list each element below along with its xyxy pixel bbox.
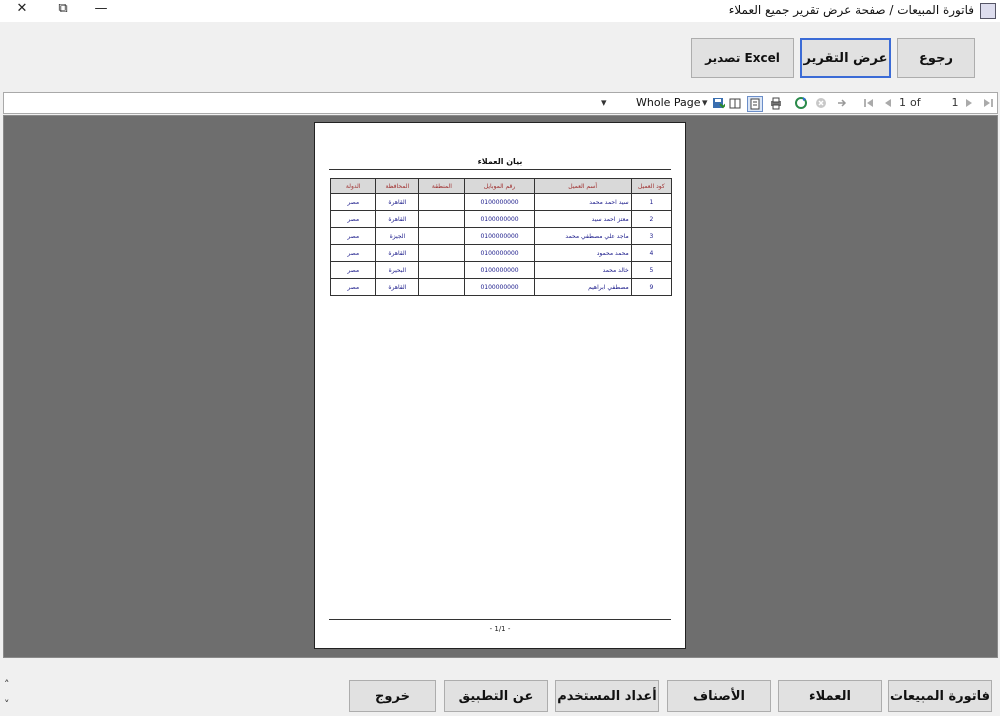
- table-cell: [418, 227, 466, 245]
- table-cell: 9: [630, 278, 673, 296]
- title-bar: ✕ ⧉ — فاتورة المبيعات / صفحة عرض تقرير ج…: [0, 0, 1000, 22]
- table-cell: 2: [630, 210, 673, 228]
- report-title: بيان العملاء: [477, 157, 523, 166]
- table-cell: [418, 278, 466, 296]
- table-cell: [418, 244, 466, 262]
- table-cell: 0100000000: [464, 244, 535, 262]
- scroll-down-icon[interactable]: ˅: [4, 695, 14, 715]
- table-cell: مصر: [329, 227, 377, 245]
- table-row: 9 مصطفي ابراهيم 0100000000 القاهرة مصر: [329, 278, 673, 296]
- back-icon[interactable]: [835, 96, 849, 110]
- show-report-button[interactable]: عرض التقرير: [800, 38, 891, 78]
- window-title: فاتورة المبيعات / صفحة عرض تقرير جميع ال…: [728, 3, 974, 17]
- table-row: 4 محمد محمود 0100000000 القاهرة مصر: [329, 244, 673, 262]
- table-cell: [418, 261, 466, 279]
- table-cell: محمد محمود: [533, 244, 632, 262]
- footer-divider: [329, 619, 671, 620]
- table-cell: القاهرة: [375, 278, 420, 296]
- back-button[interactable]: رجوع: [897, 38, 975, 78]
- column-header: المحافظة: [375, 178, 420, 194]
- table-row: 5 خالد محمد 0100000000 البحيرة مصر: [329, 261, 673, 279]
- table-cell: معتز احمد سيد: [533, 210, 632, 228]
- first-page-icon[interactable]: [862, 96, 876, 110]
- export-icon[interactable]: [711, 96, 727, 110]
- print-icon[interactable]: [769, 96, 783, 110]
- app-icon: [980, 3, 996, 19]
- column-header: المنطقة: [418, 178, 466, 194]
- column-header: رقم الموبايل: [464, 178, 535, 194]
- table-cell: الجيزة: [375, 227, 420, 245]
- about-button[interactable]: عن التطبيق: [444, 680, 548, 712]
- table-cell: 4: [630, 244, 673, 262]
- scroll-up-icon[interactable]: ˄: [4, 675, 14, 695]
- page-setup-icon[interactable]: [728, 96, 742, 110]
- table-cell: 0100000000: [464, 193, 535, 211]
- table-cell: مصر: [329, 210, 377, 228]
- column-header: أسم العميل: [533, 178, 632, 194]
- table-cell: القاهرة: [375, 210, 420, 228]
- table-row: 2 معتز احمد سيد 0100000000 القاهرة مصر: [329, 210, 673, 228]
- table-cell: 0100000000: [464, 278, 535, 296]
- minimize-icon[interactable]: —: [86, 0, 116, 20]
- table-cell: القاهرة: [375, 193, 420, 211]
- table-cell: مصر: [329, 278, 377, 296]
- table-cell: 5: [630, 261, 673, 279]
- toolbar-dropdown-icon[interactable]: ▾: [601, 95, 607, 111]
- current-page-number: 1: [899, 96, 906, 109]
- table-cell: 0100000000: [464, 261, 535, 279]
- table-cell: خالد محمد: [533, 261, 632, 279]
- table-header-row: كود العميل أسم العميل رقم الموبايل المنط…: [329, 178, 673, 194]
- column-header: الدولة: [329, 178, 377, 194]
- prev-page-icon[interactable]: [881, 96, 895, 110]
- table-row: 3 ماجد علي مصطفي محمد 0100000000 الجيزة …: [329, 227, 673, 245]
- page-of-label: of: [910, 96, 921, 109]
- table-cell: 0100000000: [464, 227, 535, 245]
- table-cell: مصر: [329, 193, 377, 211]
- table-cell: مصر: [329, 261, 377, 279]
- table-cell: 1: [630, 193, 673, 211]
- report-viewer-toolbar: ▾ Whole Page ▾ 1 of 1: [3, 92, 998, 114]
- print-layout-icon[interactable]: [747, 96, 763, 112]
- table-cell: ماجد علي مصطفي محمد: [533, 227, 632, 245]
- scroll-buttons: ˄ ˅: [4, 675, 14, 715]
- title-divider: [329, 169, 671, 170]
- table-cell: [418, 210, 466, 228]
- table-cell: سيد احمد محمد: [533, 193, 632, 211]
- table-cell: 3: [630, 227, 673, 245]
- restore-icon[interactable]: ⧉: [48, 0, 78, 20]
- table-cell: مصر: [329, 244, 377, 262]
- table-cell: [418, 193, 466, 211]
- report-page-number: - 1/1 -: [489, 625, 511, 633]
- user-settings-button[interactable]: أعداد المستخدم: [555, 680, 659, 712]
- exit-button[interactable]: خروج: [349, 680, 436, 712]
- customers-table: كود العميل أسم العميل رقم الموبايل المنط…: [329, 178, 673, 296]
- table-cell: 0100000000: [464, 210, 535, 228]
- sales-invoice-button[interactable]: فاتورة المبيعات: [888, 680, 992, 712]
- last-page-icon[interactable]: [981, 96, 995, 110]
- table-row: 1 سيد احمد محمد 0100000000 القاهرة مصر: [329, 193, 673, 211]
- table-cell: مصطفي ابراهيم: [533, 278, 632, 296]
- stop-icon[interactable]: [814, 96, 828, 110]
- next-page-icon[interactable]: [962, 96, 976, 110]
- column-header: كود العميل: [630, 178, 673, 194]
- report-page: بيان العملاء كود العميل أسم العميل رقم ا…: [314, 122, 686, 649]
- customers-button[interactable]: العملاء: [778, 680, 882, 712]
- zoom-dropdown-icon[interactable]: ▾: [702, 95, 708, 111]
- refresh-icon[interactable]: [794, 96, 808, 110]
- table-cell: القاهرة: [375, 244, 420, 262]
- page-number-input[interactable]: 1: [949, 95, 961, 111]
- table-cell: البحيرة: [375, 261, 420, 279]
- items-button[interactable]: الأصناف: [667, 680, 771, 712]
- close-icon[interactable]: ✕: [7, 0, 37, 20]
- export-excel-button[interactable]: تصدير Excel: [691, 38, 794, 78]
